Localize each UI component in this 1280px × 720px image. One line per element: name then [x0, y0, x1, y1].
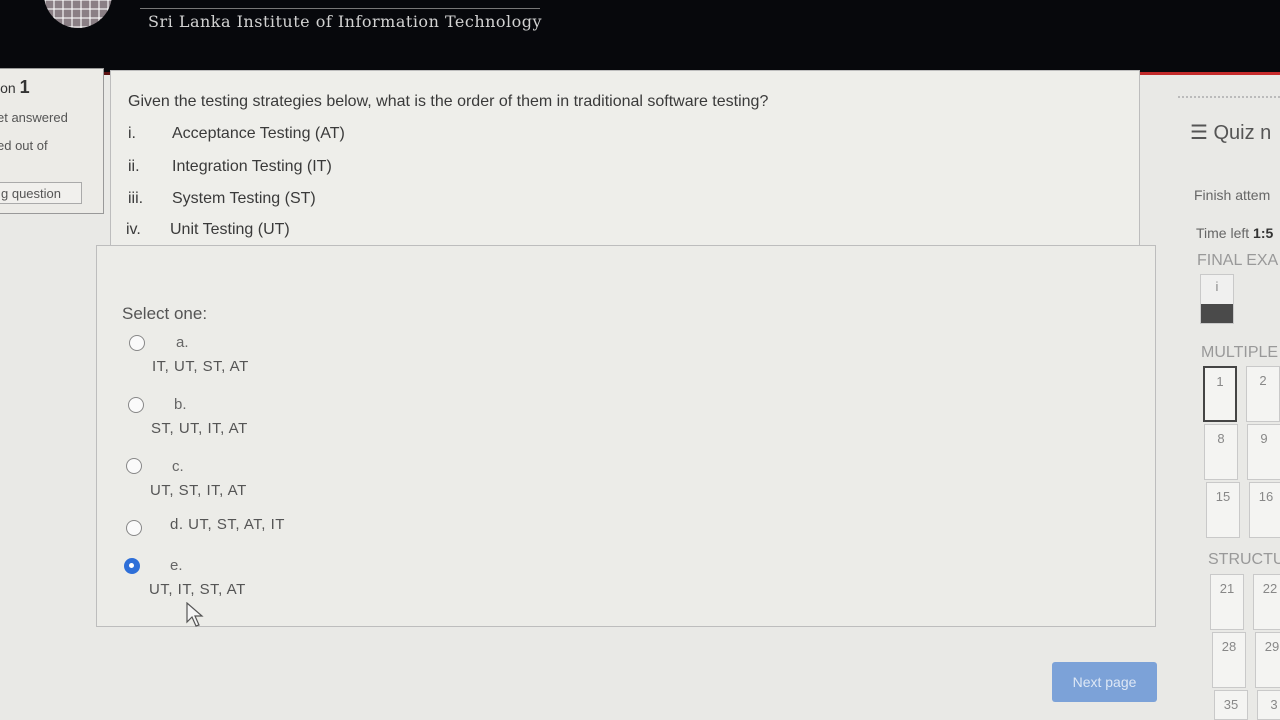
site-header: Sri Lanka Institute of Information Techn… [0, 0, 1280, 72]
quiz-nav-button[interactable]: 1 [1203, 366, 1237, 422]
quiz-nav-button[interactable]: 2 [1246, 366, 1280, 422]
option-c-radio[interactable] [126, 458, 142, 474]
quiz-nav-divider [1178, 96, 1280, 98]
option-d-text[interactable]: d. UT, ST, AT, IT [170, 516, 285, 533]
option-d-radio[interactable] [126, 520, 142, 536]
strategy-item: iii. System Testing (ST) [128, 190, 316, 207]
select-one-prompt: Select one: [122, 304, 208, 323]
option-a-text[interactable]: IT, UT, ST, AT [152, 358, 249, 375]
flag-question-button[interactable]: g question [0, 182, 82, 204]
quiz-nav-button[interactable]: 16 [1249, 482, 1280, 538]
sliit-logo-icon[interactable] [44, 0, 112, 28]
info-nav-button[interactable]: i [1200, 274, 1234, 324]
option-e-text[interactable]: UT, IT, ST, AT [149, 581, 246, 598]
option-e-letter: e. [170, 557, 183, 574]
strategy-item: iv. Unit Testing (UT) [126, 221, 290, 238]
question-marks: ed out of [0, 138, 48, 153]
option-b-letter: b. [174, 396, 187, 413]
next-page-button[interactable]: Next page [1052, 662, 1157, 702]
option-b-text[interactable]: ST, UT, IT, AT [151, 420, 248, 437]
option-c-letter: c. [172, 458, 184, 475]
option-b-radio[interactable] [128, 397, 144, 413]
header-rule [140, 8, 540, 9]
mouse-cursor-icon [186, 602, 204, 627]
section-heading: MULTIPLE [1201, 344, 1279, 361]
strategy-item: i. Acceptance Testing (AT) [128, 125, 345, 142]
time-left: Time left 1:5 [1196, 225, 1274, 241]
quiz-nav-button[interactable]: 35 [1214, 690, 1248, 720]
question-text: Given the testing strategies below, what… [128, 93, 769, 110]
section-heading: FINAL EXA [1197, 252, 1279, 269]
answer-panel [96, 245, 1156, 627]
section-heading: STRUCTU [1208, 551, 1280, 568]
strategy-item: ii. Integration Testing (IT) [128, 158, 332, 175]
question-number: ion 1 [0, 77, 30, 97]
quiz-nav-button[interactable]: 21 [1210, 574, 1244, 630]
quiz-navigation-title: ☰ Quiz n [1190, 122, 1272, 144]
option-c-text[interactable]: UT, ST, IT, AT [150, 482, 247, 499]
quiz-nav-button[interactable]: 22 [1253, 574, 1280, 630]
quiz-nav-button[interactable]: 28 [1212, 632, 1246, 688]
quiz-nav-button[interactable]: 3 [1257, 690, 1280, 720]
institute-name: Sri Lanka Institute of Information Techn… [148, 12, 543, 31]
quiz-nav-button[interactable]: 9 [1247, 424, 1280, 480]
quiz-nav-button[interactable]: 29 [1255, 632, 1280, 688]
option-e-radio[interactable] [124, 558, 140, 574]
option-a-letter: a. [176, 334, 189, 351]
option-a-radio[interactable] [129, 335, 145, 351]
quiz-nav-button[interactable]: 8 [1204, 424, 1238, 480]
question-status: et answered [0, 110, 68, 125]
quiz-nav-button[interactable]: 15 [1206, 482, 1240, 538]
finish-attempt-link[interactable]: Finish attem [1194, 187, 1270, 203]
